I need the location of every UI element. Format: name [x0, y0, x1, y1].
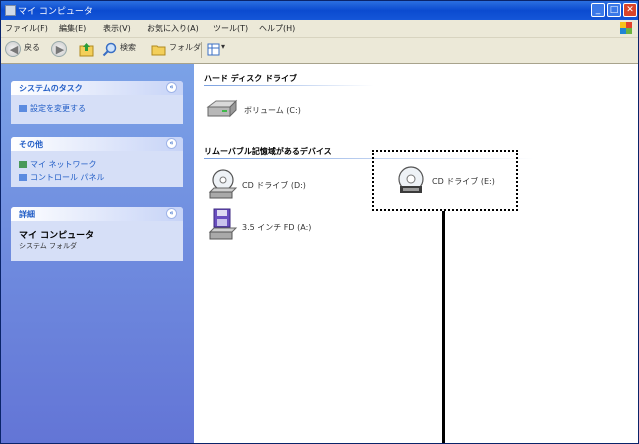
task-control-panel[interactable]: コントロール パネル	[19, 172, 105, 183]
menu-view[interactable]: 表示(V)	[103, 23, 131, 34]
details-item-type: システム フォルダ	[19, 242, 78, 250]
maximize-button[interactable]: □	[607, 3, 621, 17]
menu-bar: ファイル(F) 編集(E) 表示(V) お気に入り(A) ツール(T) ヘルプ(…	[1, 20, 638, 38]
search-label[interactable]: 検索	[120, 42, 136, 53]
minimize-button[interactable]: _	[591, 3, 605, 17]
back-button[interactable]: ◀	[5, 41, 21, 57]
collapse-chevron-icon[interactable]: «	[166, 208, 177, 219]
menu-favorites[interactable]: お気に入り(A)	[147, 23, 199, 34]
folders-label[interactable]: フォルダ	[169, 42, 201, 53]
back-arrow-icon: ◀	[9, 43, 19, 56]
up-folder-icon[interactable]	[79, 42, 94, 57]
floppy-drive-icon	[208, 208, 238, 240]
drive-label: 3.5 インチ FD (A:)	[242, 223, 312, 232]
details-title: 詳細	[19, 210, 35, 219]
menu-help[interactable]: ヘルプ(H)	[259, 23, 295, 34]
drive-volume-c[interactable]: ボリューム (C:)	[206, 96, 326, 122]
menu-tools[interactable]: ツール(T)	[213, 23, 248, 34]
forward-arrow-icon: ▶	[55, 43, 65, 56]
menu-edit[interactable]: 編集(E)	[59, 23, 86, 34]
back-label[interactable]: 戻る	[24, 42, 40, 53]
task-change-settings[interactable]: 設定を変更する	[19, 103, 86, 114]
settings-icon	[19, 105, 27, 112]
group-header-removable: リムーバブル記憶域があるデバイス	[204, 147, 332, 156]
explorer-window: マイ コンピュータ _ □ ✕ ファイル(F) 編集(E) 表示(V) お気に入…	[0, 0, 639, 444]
folders-icon[interactable]	[151, 42, 166, 57]
details-panel: 詳細 « マイ コンピュータ システム フォルダ	[11, 207, 183, 261]
drive-floppy-a[interactable]: 3.5 インチ FD (A:)	[208, 208, 338, 242]
hard-disk-icon	[206, 99, 238, 118]
network-icon	[19, 161, 27, 168]
drive-label: ボリューム (C:)	[244, 106, 301, 115]
task-label: 設定を変更する	[30, 104, 86, 113]
forward-button[interactable]: ▶	[51, 41, 67, 57]
task-label: マイ ネットワーク	[30, 160, 97, 169]
toolbar: ◀ 戻る ▶ 検索 フォルダ ▾	[1, 38, 638, 64]
other-places-title: その他	[19, 140, 43, 149]
collapse-chevron-icon[interactable]: «	[166, 138, 177, 149]
task-label: コントロール パネル	[30, 173, 105, 182]
cd-drive-icon	[208, 169, 238, 199]
details-item-name: マイ コンピュータ	[19, 231, 95, 241]
toolbar-separator	[201, 42, 202, 58]
content-pane: ハード ディスク ドライブ ボリューム (C:) リムーバブル記憶域があるデバイ…	[194, 64, 638, 443]
task-my-network[interactable]: マイ ネットワーク	[19, 159, 97, 170]
callout-line	[442, 211, 445, 443]
other-places-header[interactable]: その他 «	[11, 137, 183, 151]
close-button[interactable]: ✕	[623, 3, 637, 17]
control-panel-icon	[19, 174, 27, 181]
system-tasks-panel: システムのタスク « 設定を変更する	[11, 81, 183, 124]
cd-drive-icon	[398, 166, 424, 193]
system-tasks-header[interactable]: システムのタスク «	[11, 81, 183, 95]
search-icon[interactable]	[102, 42, 117, 57]
drive-cd-d[interactable]: CD ドライブ (D:)	[208, 168, 338, 202]
windows-logo-icon	[620, 22, 632, 34]
drive-label: CD ドライブ (E:)	[432, 177, 495, 186]
window-title: マイ コンピュータ	[18, 7, 93, 17]
views-dropdown-arrow[interactable]: ▾	[221, 42, 225, 51]
title-bar[interactable]: マイ コンピュータ _ □ ✕	[1, 1, 638, 20]
menu-file[interactable]: ファイル(F)	[5, 23, 48, 34]
views-icon[interactable]	[207, 42, 220, 57]
group-header-hard-disks: ハード ディスク ドライブ	[204, 74, 298, 83]
task-pane: システムのタスク « 設定を変更する その他 « マイ ネットワーク コントロー…	[1, 64, 194, 443]
collapse-chevron-icon[interactable]: «	[166, 82, 177, 93]
details-header[interactable]: 詳細 «	[11, 207, 183, 221]
my-computer-icon	[5, 5, 16, 16]
drive-label: CD ドライブ (D:)	[242, 181, 306, 190]
group-divider	[204, 85, 374, 86]
other-places-panel: その他 « マイ ネットワーク コントロール パネル	[11, 137, 183, 187]
drive-cd-e[interactable]: CD ドライブ (E:)	[396, 164, 516, 200]
system-tasks-title: システムのタスク	[19, 84, 83, 93]
